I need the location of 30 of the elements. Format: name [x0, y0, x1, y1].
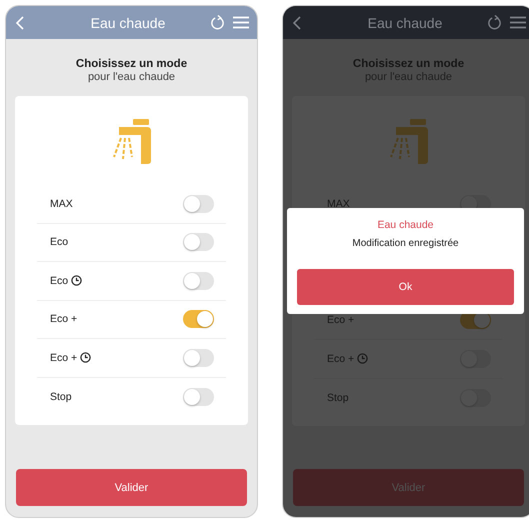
mode-label: Stop — [50, 390, 72, 403]
mode-label: Eco + — [50, 352, 78, 364]
subheading: pour l'eau chaude — [86, 71, 176, 84]
mode-label: Eco + — [327, 314, 354, 326]
mode-toggle[interactable] — [183, 388, 214, 406]
mode-label: Eco + — [50, 313, 78, 326]
validate-button[interactable]: Valider — [16, 469, 247, 506]
mode-label: MAX — [50, 198, 73, 210]
refresh-icon[interactable] — [210, 15, 225, 30]
mode-label: Eco — [50, 236, 68, 248]
mode-label: MAX — [327, 198, 350, 210]
mode-label: Eco — [50, 274, 68, 287]
mode-toggle[interactable] — [183, 272, 214, 290]
screen-title: Eau chaude — [366, 14, 444, 30]
dialog-message: Modification enregistrée — [352, 236, 459, 250]
mode-toggle[interactable] — [183, 348, 214, 367]
refresh-icon[interactable] — [487, 15, 502, 30]
menu-icon[interactable] — [510, 16, 526, 29]
mode-label: Stop — [327, 392, 349, 404]
heading: Choisissez un mode — [74, 57, 188, 71]
back-icon[interactable] — [293, 16, 301, 30]
dialog-title: Eau chaude — [377, 218, 434, 232]
mode-toggle[interactable] — [183, 194, 214, 213]
mode-label: Eco + — [327, 352, 354, 365]
mode-toggle[interactable] — [183, 233, 214, 252]
clock-icon — [80, 352, 92, 364]
screen-title: Eau chaude — [90, 14, 166, 30]
mode-toggle[interactable] — [183, 310, 214, 328]
ok-button[interactable]: Ok — [297, 268, 514, 304]
clock-icon — [71, 275, 82, 286]
